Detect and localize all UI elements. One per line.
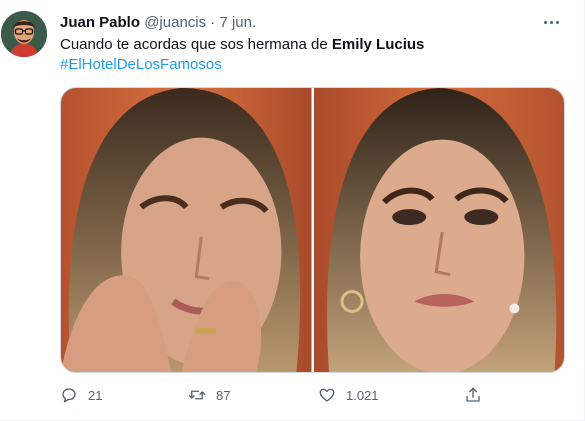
avatar[interactable] [1,11,47,57]
author-name[interactable]: Juan Pablo [60,14,140,31]
retweet-button[interactable]: 87 [188,382,230,408]
reply-button[interactable]: 21 [60,382,102,408]
media-image-left[interactable] [61,88,312,372]
tweet-date[interactable]: 7 jun. [219,14,256,31]
tweet-text: Cuando te acordas que sos hermana de Emi… [60,35,424,55]
retweet-count: 87 [216,387,231,403]
tweet-header: Juan Pablo @juancis · 7 jun. [60,13,554,33]
tweet-text-bold: Emily Lucius [331,36,425,53]
action-bar: 21 87 1.021 [60,382,490,408]
like-count: 1.021 [346,387,379,403]
reply-icon [62,388,76,403]
share-button[interactable] [464,382,482,408]
separator: · [210,14,216,31]
tweet-card[interactable]: Juan Pablo @juancis · 7 jun. Cuando te a… [0,0,585,421]
hashtag-link[interactable]: #ElHotelDeLosFamosos [60,55,222,75]
like-button[interactable]: 1.021 [318,382,379,408]
share-icon [466,387,480,402]
reply-count: 21 [88,387,103,403]
tweet-text-prefix: Cuando te acordas que sos hermana de [60,36,332,53]
media-image-right[interactable] [313,88,564,372]
retweet-icon [188,390,206,400]
author-handle[interactable]: @juancis [144,14,206,31]
more-icon[interactable] [536,12,566,32]
like-icon [319,388,335,402]
tweet-media[interactable] [60,87,565,373]
